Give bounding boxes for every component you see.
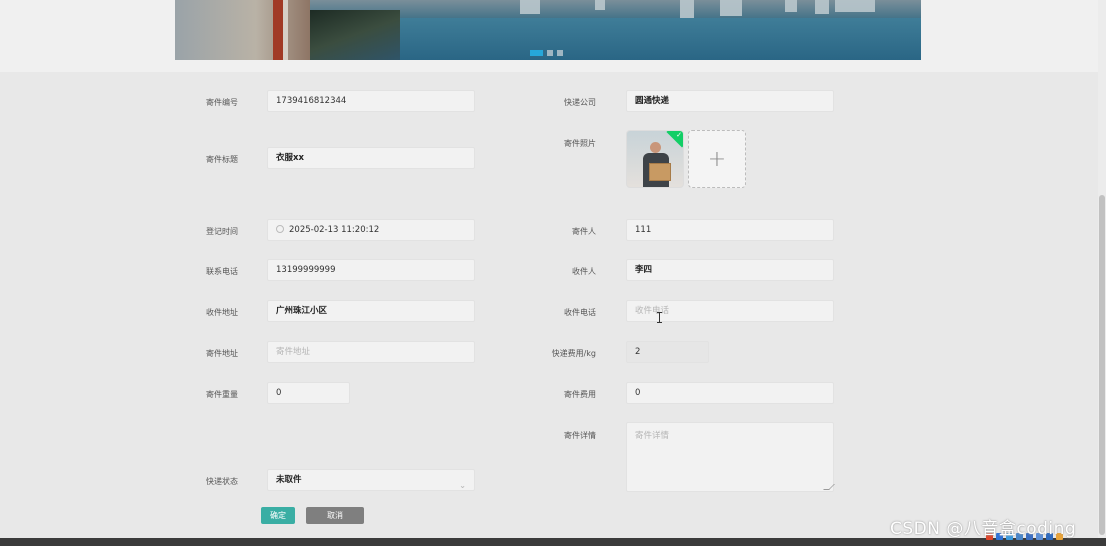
banner-image-building: [595, 0, 605, 10]
banner-image-building: [785, 0, 797, 12]
detail-textarea[interactable]: 寄件详情: [626, 422, 835, 492]
plus-icon: +: [707, 146, 727, 172]
check-icon: ✓: [676, 131, 682, 139]
label-recv-phone: 收件电话: [564, 308, 596, 317]
photo-image-box: [649, 163, 671, 181]
cancel-button[interactable]: 取消: [306, 507, 364, 524]
watermark: CSDN @八音盒coding: [890, 519, 1077, 539]
photo-image-head: [650, 142, 661, 153]
banner-image-building: [835, 0, 875, 12]
scrollbar-thumb[interactable]: [1099, 195, 1105, 535]
label-code: 寄件编号: [206, 98, 238, 107]
title-field[interactable]: 衣服xx: [267, 147, 475, 169]
phone-field[interactable]: 13199999999: [267, 259, 475, 281]
taskbar-strip: [0, 538, 1106, 546]
label-recv-addr: 收件地址: [206, 308, 238, 317]
banner-image-rocks: [310, 10, 400, 60]
label-receiver: 收件人: [572, 267, 596, 276]
label-weight: 寄件重量: [206, 390, 238, 399]
banner-image-building: [720, 0, 742, 16]
recv-addr-field[interactable]: 广州珠江小区: [267, 300, 475, 322]
label-phone: 联系电话: [206, 267, 238, 276]
sender-field[interactable]: 111: [626, 219, 834, 241]
reg-time-value: 2025-02-13 11:20:12: [289, 225, 380, 235]
weight-field[interactable]: 0: [267, 382, 350, 404]
label-detail: 寄件详情: [564, 431, 596, 440]
banner-image-building: [680, 0, 694, 18]
label-company: 快递公司: [564, 98, 596, 107]
clock-icon: [276, 224, 284, 233]
send-addr-field[interactable]: 寄件地址: [267, 341, 475, 363]
detail-placeholder: 寄件详情: [635, 431, 670, 441]
label-send-addr: 寄件地址: [206, 349, 238, 358]
fee-field[interactable]: 0: [626, 382, 834, 404]
status-select[interactable]: 未取件 ⌄: [267, 469, 475, 491]
label-sender: 寄件人: [572, 227, 596, 236]
label-fee: 寄件费用: [564, 390, 596, 399]
label-title: 寄件标题: [206, 155, 238, 164]
resize-handle-icon[interactable]: [823, 484, 835, 490]
banner-image-water: [400, 18, 921, 60]
company-field[interactable]: 圆通快递: [626, 90, 834, 112]
carousel-dot[interactable]: [557, 50, 563, 56]
banner-image-building: [520, 0, 540, 14]
reg-time-field[interactable]: 2025-02-13 11:20:12: [267, 219, 475, 241]
recv-phone-field[interactable]: 收件电话: [626, 300, 834, 322]
label-fee-per-kg: 快递费用/kg: [551, 349, 596, 358]
photo-thumbnail[interactable]: ✓: [626, 130, 684, 188]
page-scrollbar[interactable]: [1098, 0, 1106, 546]
confirm-button[interactable]: 确定: [261, 507, 295, 524]
fee-per-kg-field[interactable]: 2: [626, 341, 709, 363]
label-photo: 寄件照片: [564, 139, 596, 148]
status-select-value: 未取件: [276, 475, 302, 485]
text-cursor-icon: [657, 312, 662, 323]
carousel-indicators: [530, 50, 563, 56]
banner-image-stripe: [283, 0, 288, 60]
label-status: 快递状态: [206, 477, 238, 486]
upload-button[interactable]: +: [688, 130, 746, 188]
label-reg-time: 登记时间: [206, 227, 238, 236]
carousel-dot[interactable]: [547, 50, 553, 56]
code-field[interactable]: 1739416812344: [267, 90, 475, 112]
banner-image-wall: [175, 0, 310, 60]
banner-image-building: [815, 0, 829, 14]
carousel-dot-active[interactable]: [530, 50, 543, 56]
chevron-down-icon: ⌄: [459, 481, 466, 490]
receiver-field[interactable]: 李四: [626, 259, 834, 281]
